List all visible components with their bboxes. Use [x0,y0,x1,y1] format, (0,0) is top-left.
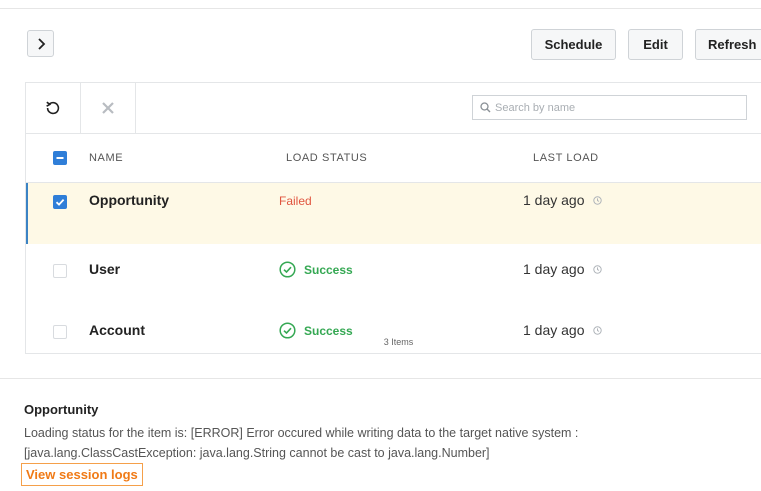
edit-button[interactable]: Edit [628,29,683,60]
search-icon [480,102,491,113]
row-name: Opportunity [89,192,170,208]
table-toolbar [26,83,761,134]
clock-icon [592,264,602,274]
chevron-right-icon [37,37,45,50]
item-count: 3 Items [383,337,414,347]
select-all-checkbox[interactable] [53,151,67,165]
details-divider [0,378,761,379]
status-text: Success [304,323,353,338]
checkmark-icon [55,198,65,206]
delete-icon [102,102,114,114]
detail-title: Opportunity [24,402,99,417]
search-box [472,95,747,120]
search-input[interactable] [495,101,735,114]
refresh-icon [46,101,60,115]
last-load-text: 1 day ago [523,322,585,338]
column-header-load-status[interactable]: LOAD STATUS [286,152,367,164]
reload-button[interactable] [26,83,81,133]
row-name: User [89,261,121,277]
row-checkbox[interactable] [53,195,67,209]
success-check-icon [279,261,296,278]
row-last-load: 1 day ago [523,192,602,208]
view-session-logs-link[interactable]: View session logs [21,463,143,486]
last-load-text: 1 day ago [523,261,585,277]
table-row[interactable]: User Success 1 day ago [26,244,761,305]
row-status: Success [279,261,353,278]
row-name: Account [89,322,145,338]
row-checkbox[interactable] [53,264,67,278]
row-last-load: 1 day ago [523,322,602,338]
remove-button[interactable] [81,83,136,133]
row-status: Failed [279,194,312,208]
column-header-name[interactable]: NAME [89,152,123,164]
table-row[interactable]: Account Success 1 day ago [26,305,761,339]
tables-panel: NAME LOAD STATUS LAST LOAD Opportunity F… [25,82,761,354]
status-text: Failed [279,194,312,208]
last-load-text: 1 day ago [523,192,585,208]
refresh-button[interactable]: Refresh [695,29,761,60]
clock-icon [592,325,602,335]
schedule-button[interactable]: Schedule [531,29,616,60]
column-header-last-load[interactable]: LAST LOAD [533,152,599,164]
minus-icon [56,157,64,159]
row-last-load: 1 day ago [523,261,602,277]
top-divider [0,8,761,9]
expand-button[interactable] [27,30,54,57]
status-text: Success [304,262,353,277]
table-header: NAME LOAD STATUS LAST LOAD [26,134,761,183]
clock-icon [592,195,602,205]
error-message: Loading status for the item is: [ERROR] … [24,426,579,460]
table-row[interactable]: Opportunity Failed 1 day ago [26,183,761,244]
